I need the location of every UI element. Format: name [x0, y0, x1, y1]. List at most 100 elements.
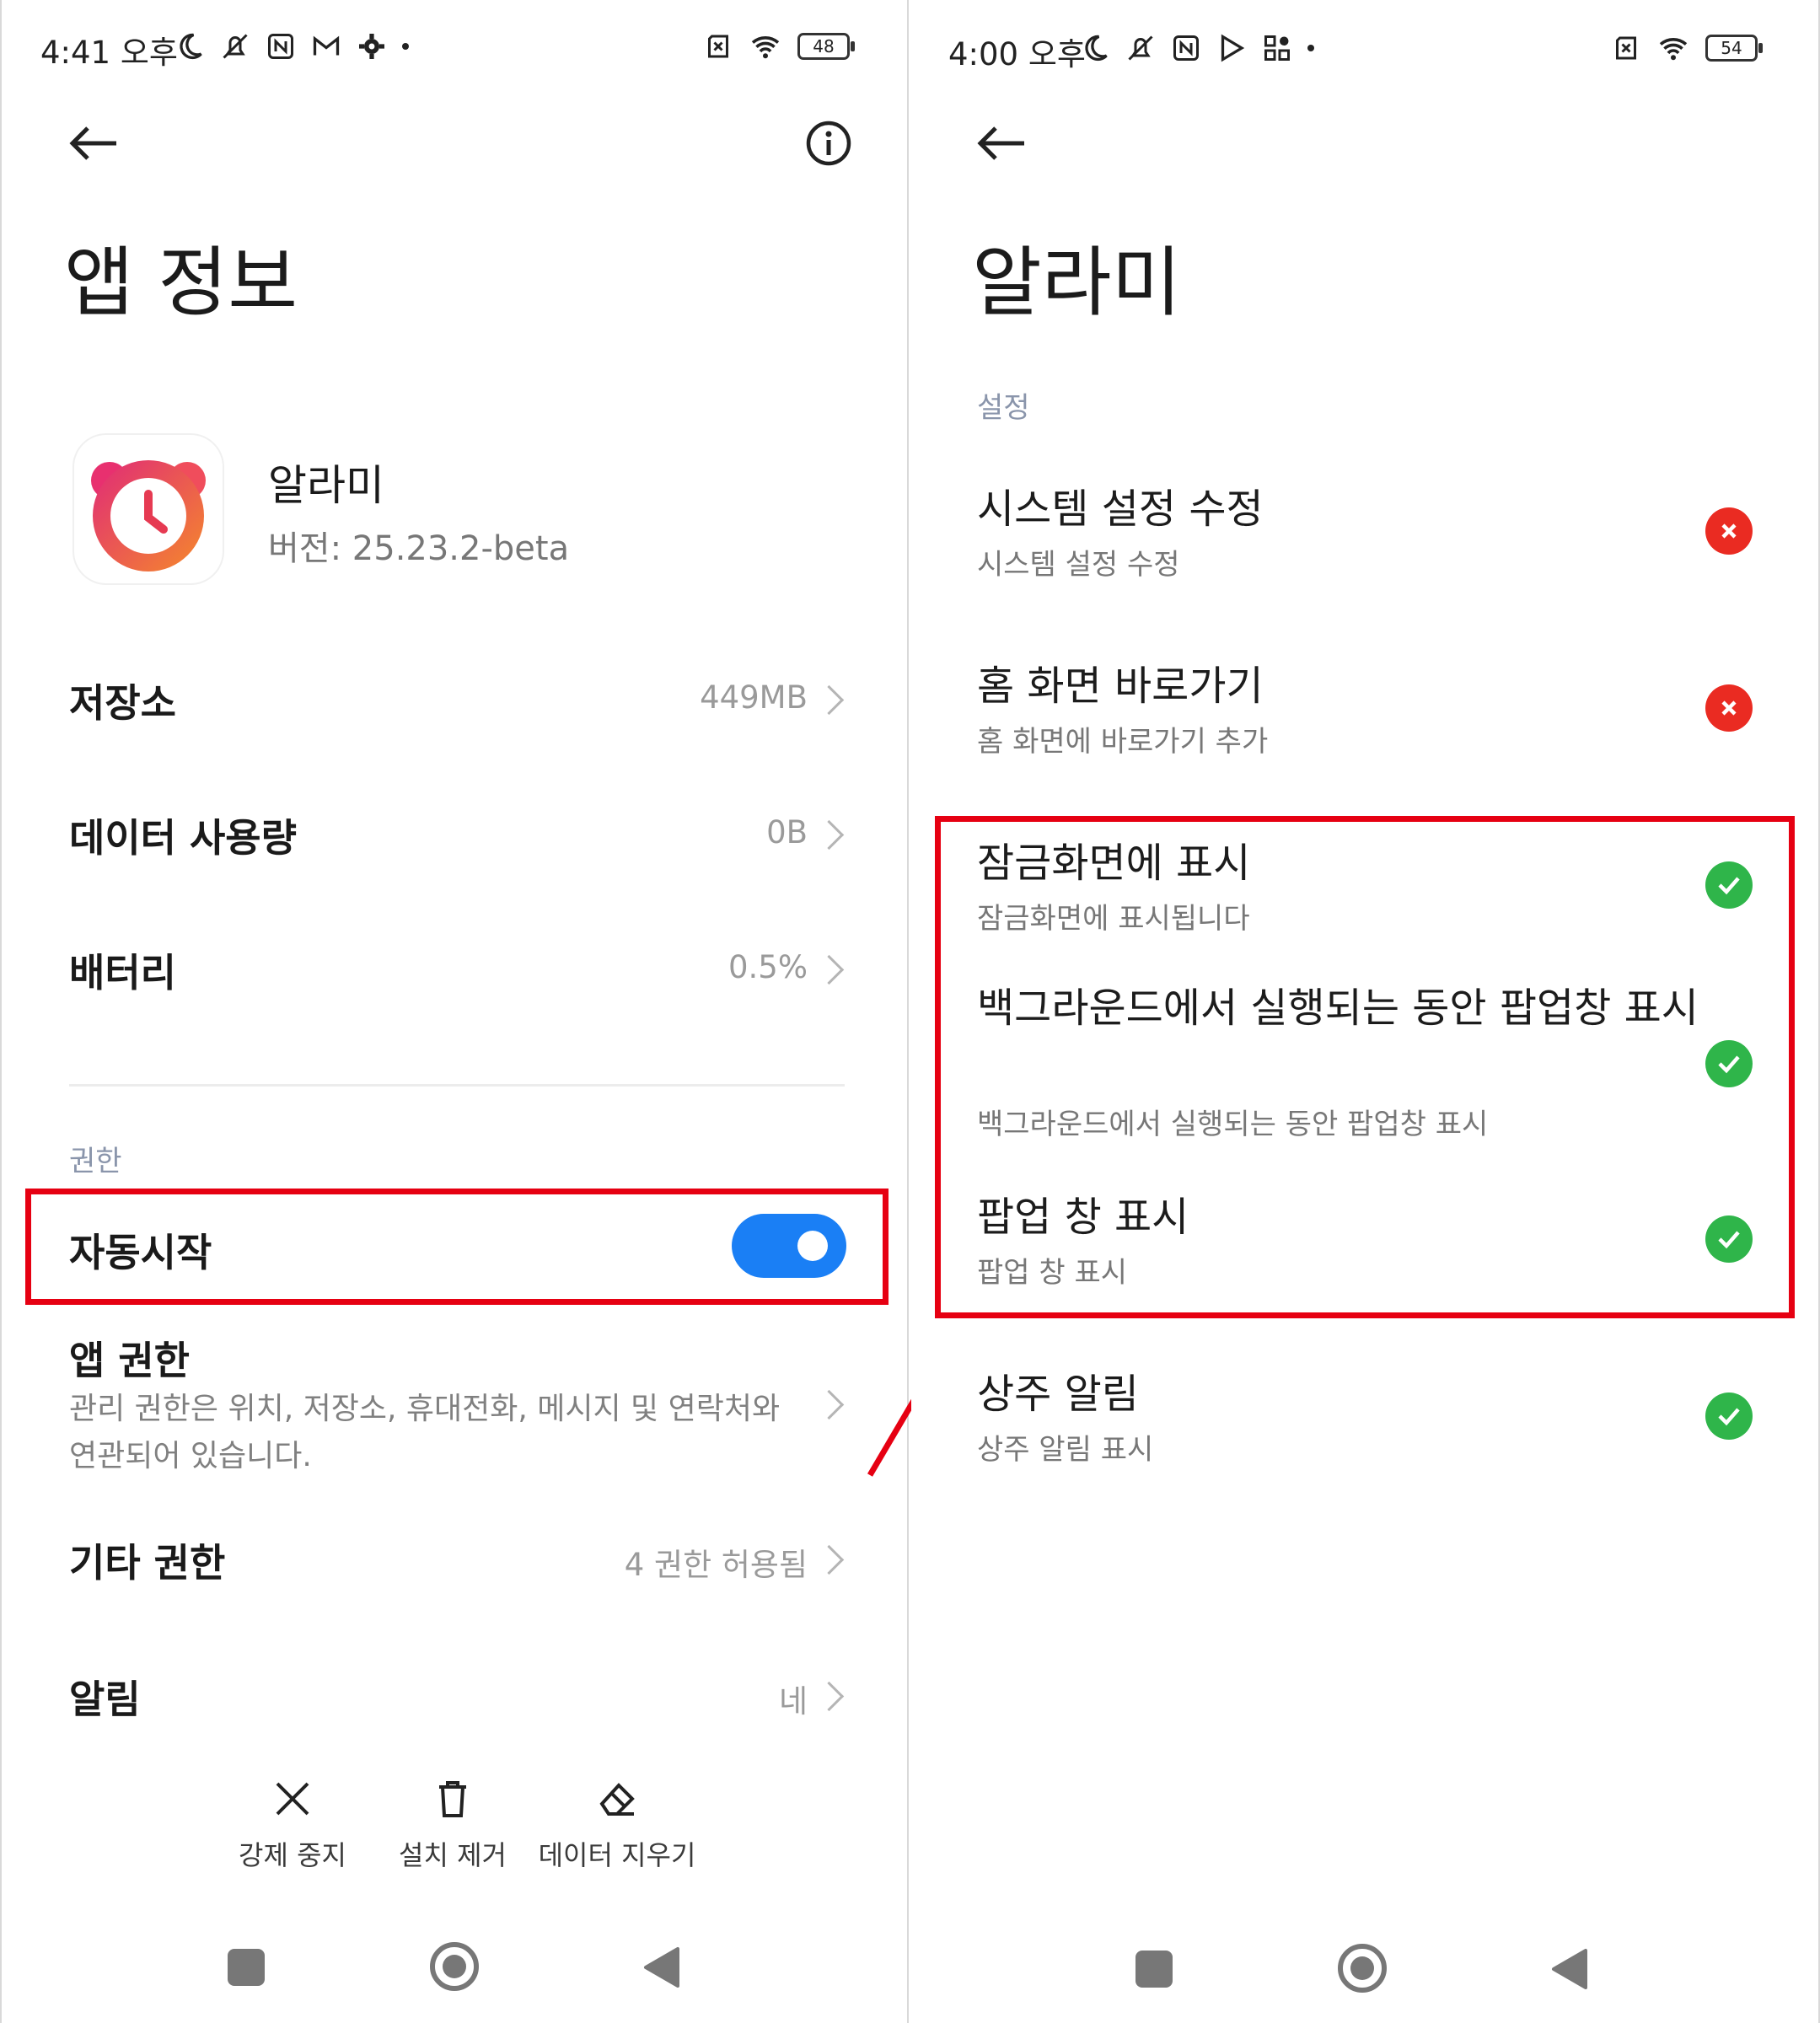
- toolbar-label: 설치 제거: [399, 1839, 507, 1871]
- right-screenshot-alarmy-permissions: 4:00 오후 54 알라미 설정 시스템 설정 수정 시스템 설정 수정 홈 …: [911, 0, 1820, 2023]
- denied-x-icon: [1705, 684, 1753, 732]
- autostart-row[interactable]: 자동시작: [32, 1195, 882, 1298]
- status-right-icons: 54: [1611, 29, 1763, 67]
- item-subtitle: 백그라운드에서 실행되는 동안 팝업창 표시: [977, 1108, 1489, 1141]
- chevron-right-icon: [813, 819, 845, 851]
- permission-item-background-popup[interactable]: 백그라운드에서 실행되는 동안 팝업창 표시 백그라운드에서 실행되는 동안 팝…: [911, 976, 1817, 1153]
- item-subtitle: 잠금화면에 표시됩니다: [977, 902, 1250, 936]
- item-subtitle: 상주 알림 표시: [977, 1433, 1154, 1467]
- section-label-permissions: 권한: [69, 1145, 122, 1178]
- allowed-check-icon: [1705, 861, 1753, 909]
- app-version: 버전: 25.23.2-beta: [268, 529, 570, 568]
- nfc-icon: [268, 34, 293, 59]
- force-stop-button[interactable]: 강제 중지: [212, 1779, 373, 1880]
- trash-icon: [439, 1781, 466, 1817]
- row-label: 앱 권한: [69, 1338, 190, 1383]
- item-title: 팝업 창 표시: [977, 1194, 1189, 1241]
- row-description: 관리 권한은 위치, 저장소, 휴대전화, 메시지 및 연락처와 연관되어 있습…: [69, 1392, 781, 1473]
- allowed-check-icon: [1705, 1215, 1753, 1263]
- alarm-clock-app-icon: [91, 460, 206, 571]
- status-icons: [174, 27, 409, 66]
- denied-x-icon: [1705, 507, 1753, 555]
- status-right-icons: 48: [703, 27, 855, 66]
- row-label: 기타 권한: [69, 1540, 226, 1586]
- app-permissions-row[interactable]: 앱 권한 관리 권한은 위치, 저장소, 휴대전화, 메시지 및 연락처와 연관…: [2, 1323, 907, 1492]
- back-arrow-icon[interactable]: [975, 125, 1026, 162]
- battery-icon: 54: [1705, 35, 1763, 62]
- left-screenshot-app-info: 4:41 오후 48 앱 정보 알라미 버전: 25.23.2-beta 저장소…: [0, 0, 909, 2023]
- more-dot-icon: [1307, 45, 1314, 51]
- item-title: 상주 알림: [977, 1371, 1139, 1418]
- autostart-toggle[interactable]: [732, 1214, 846, 1278]
- row-value: 4 권한 허용됨: [624, 1547, 808, 1583]
- home-nav-icon[interactable]: [1336, 1942, 1388, 1994]
- back-arrow-icon[interactable]: [67, 125, 118, 162]
- vibrate-off-icon: [223, 34, 248, 59]
- item-title: 잠금화면에 표시: [977, 840, 1251, 887]
- row-value: 0.5%: [728, 949, 808, 985]
- eraser-icon: [599, 1783, 635, 1816]
- recents-nav-icon[interactable]: [228, 1949, 265, 1986]
- gmail-icon: [313, 35, 340, 56]
- permission-item-show-popup-window[interactable]: 팝업 창 표시 팝업 창 표시: [911, 1180, 1817, 1307]
- wifi-icon: [751, 36, 780, 59]
- row-label: 배터리: [69, 950, 176, 995]
- home-nav-icon[interactable]: [428, 1940, 481, 1993]
- toolbar-label: 강제 중지: [239, 1839, 346, 1871]
- app-name: 알라미: [268, 461, 384, 510]
- wifi-icon: [1659, 38, 1688, 61]
- row-value: 449MB: [700, 679, 808, 716]
- permission-item-show-on-lock-screen[interactable]: 잠금화면에 표시 잠금화면에 표시됩니다: [911, 826, 1817, 952]
- chevron-right-icon: [813, 1389, 845, 1420]
- storage-row[interactable]: 저장소 449MB: [2, 649, 907, 750]
- battery-icon: 48: [797, 33, 855, 60]
- back-nav-icon[interactable]: [1550, 1947, 1589, 1991]
- vibrate-off-icon: [1128, 35, 1153, 61]
- item-title: 백그라운드에서 실행되는 동안 팝업창 표시: [977, 985, 1699, 1032]
- more-dot-icon: [402, 43, 409, 50]
- row-label: 데이터 사용량: [69, 815, 297, 861]
- item-subtitle: 팝업 창 표시: [977, 1256, 1128, 1290]
- uninstall-button[interactable]: 설치 제거: [373, 1779, 533, 1880]
- row-value: 0B: [766, 814, 808, 851]
- recents-nav-icon[interactable]: [1135, 1951, 1173, 1988]
- gear-icon: [359, 34, 384, 59]
- chevron-right-icon: [813, 684, 845, 716]
- no-sim-icon: [1616, 36, 1636, 60]
- allowed-check-icon: [1705, 1040, 1753, 1087]
- divider: [69, 1084, 845, 1087]
- battery-row[interactable]: 배터리 0.5%: [2, 919, 907, 1020]
- notifications-row[interactable]: 알림 네: [2, 1645, 907, 1747]
- data-usage-row[interactable]: 데이터 사용량 0B: [2, 784, 907, 885]
- toggle-knob: [797, 1231, 828, 1261]
- row-label: 알림: [69, 1677, 141, 1722]
- info-icon[interactable]: [805, 120, 852, 167]
- item-subtitle: 홈 화면에 바로가기 추가: [977, 725, 1269, 759]
- permission-item-modify-system-settings[interactable]: 시스템 설정 수정 시스템 설정 수정: [911, 472, 1817, 598]
- status-time: 4:00 오후: [948, 36, 1086, 72]
- page-title: 앱 정보: [64, 239, 298, 327]
- row-value: 네: [778, 1683, 808, 1720]
- item-title: 홈 화면 바로가기: [977, 663, 1264, 710]
- row-label: 자동시작: [69, 1230, 212, 1275]
- section-label-settings: 설정: [977, 391, 1030, 425]
- chevron-right-icon: [813, 1544, 845, 1575]
- permission-item-persistent-notification[interactable]: 상주 알림 상주 알림 표시: [911, 1357, 1817, 1484]
- chevron-right-icon: [813, 954, 845, 985]
- close-icon: [276, 1782, 309, 1816]
- page-title: 알라미: [972, 239, 1182, 327]
- nfc-icon: [1173, 35, 1199, 61]
- play-store-icon: [1221, 34, 1245, 62]
- item-title: 시스템 설정 수정: [977, 486, 1264, 533]
- other-permissions-row[interactable]: 기타 권한 4 권한 허용됨: [2, 1509, 907, 1610]
- app-icon-tile: [74, 435, 223, 583]
- permission-item-home-shortcut[interactable]: 홈 화면 바로가기 홈 화면에 바로가기 추가: [911, 649, 1817, 775]
- back-nav-icon[interactable]: [642, 1945, 681, 1989]
- chevron-right-icon: [813, 1681, 845, 1712]
- toolbar-label: 데이터 지우기: [538, 1839, 696, 1871]
- moon-icon: [180, 33, 202, 60]
- row-label: 저장소: [69, 680, 176, 726]
- apps-grid-icon: [1264, 35, 1290, 61]
- clear-data-button[interactable]: 데이터 지우기: [533, 1779, 701, 1880]
- no-sim-icon: [708, 35, 728, 58]
